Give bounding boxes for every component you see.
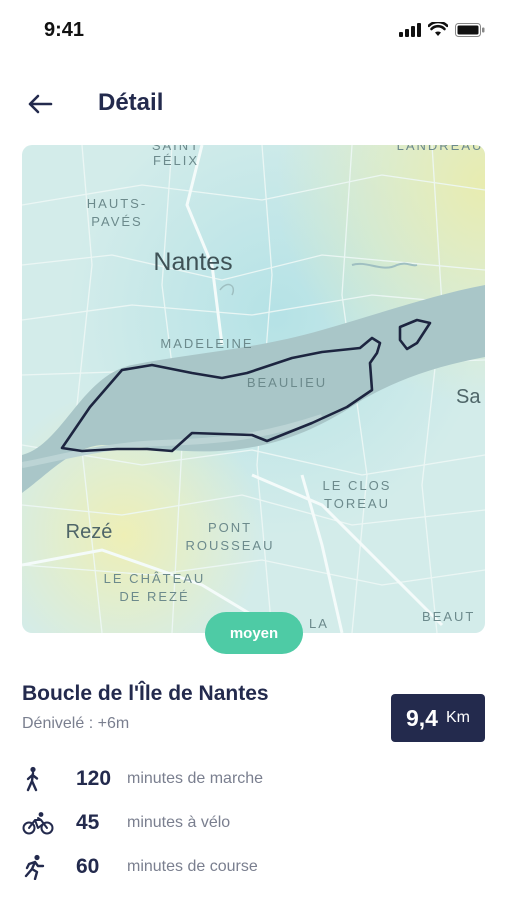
distance-unit: Km <box>445 709 470 726</box>
route-elevation: Dénivelé : +6m <box>22 715 130 732</box>
map-label-reze: Rezé <box>65 521 113 543</box>
map-label-madeleine: MADELEINE <box>160 336 254 351</box>
activity-row-running: 60 minutes de course <box>22 845 485 889</box>
route-name: Boucle de l'Île de Nantes <box>22 682 269 705</box>
header: Détail <box>0 80 507 128</box>
back-button[interactable] <box>24 88 56 120</box>
activity-value: 120 <box>76 767 112 790</box>
activity-label: minutes à vélo <box>127 814 231 831</box>
activity-label: minutes de course <box>127 858 258 875</box>
running-icon <box>24 854 45 880</box>
status-time: 9:41 <box>44 19 85 41</box>
map-label-felix: FÉLIX <box>152 153 200 168</box>
map-label-le-chateau-de-reze: LE CHÂTEAU DE REZÉ <box>103 571 206 604</box>
activity-value: 45 <box>76 811 100 834</box>
map-label-landreau: LANDREAU <box>396 145 484 153</box>
page-title: Détail <box>98 89 164 116</box>
activity-label: minutes de marche <box>127 770 264 787</box>
map-label-la: LA <box>309 616 329 631</box>
status-icons <box>399 22 485 37</box>
wifi-icon <box>428 22 448 36</box>
signal-icon <box>399 22 421 37</box>
activity-list: 120 minutes de marche 45 minutes à vélo … <box>22 757 485 889</box>
distance-value: 9,4 <box>406 704 438 731</box>
activity-value: 60 <box>76 855 100 878</box>
bike-icon <box>22 812 54 835</box>
difficulty-badge: moyen <box>205 612 303 654</box>
arrow-left-icon <box>28 94 53 114</box>
map-label-le-clos-toreau: LE CLOS TOREAU <box>322 478 392 511</box>
map-label-beaut: BEAUT <box>422 609 476 624</box>
map-label-nantes: Nantes <box>153 248 233 276</box>
walking-icon <box>26 766 39 792</box>
activity-row-walking: 120 minutes de marche <box>22 757 485 801</box>
map-label-sa: Sa <box>456 386 481 408</box>
status-bar: 9:41 <box>0 0 507 64</box>
battery-icon <box>455 22 485 37</box>
map-label-hauts-paves: HAUTS- PAVÉS <box>86 196 148 229</box>
map-label-pont-rousseau: PONT ROUSSEAU <box>185 520 275 553</box>
distance-badge: 9,4 Km <box>391 694 485 742</box>
map-label-beaulieu: BEAULIEU <box>246 375 328 390</box>
route-map[interactable]: SAINT FÉLIX LANDREAU HAUTS- PAVÉS Nantes… <box>22 145 485 633</box>
activity-row-bike: 45 minutes à vélo <box>22 801 485 845</box>
